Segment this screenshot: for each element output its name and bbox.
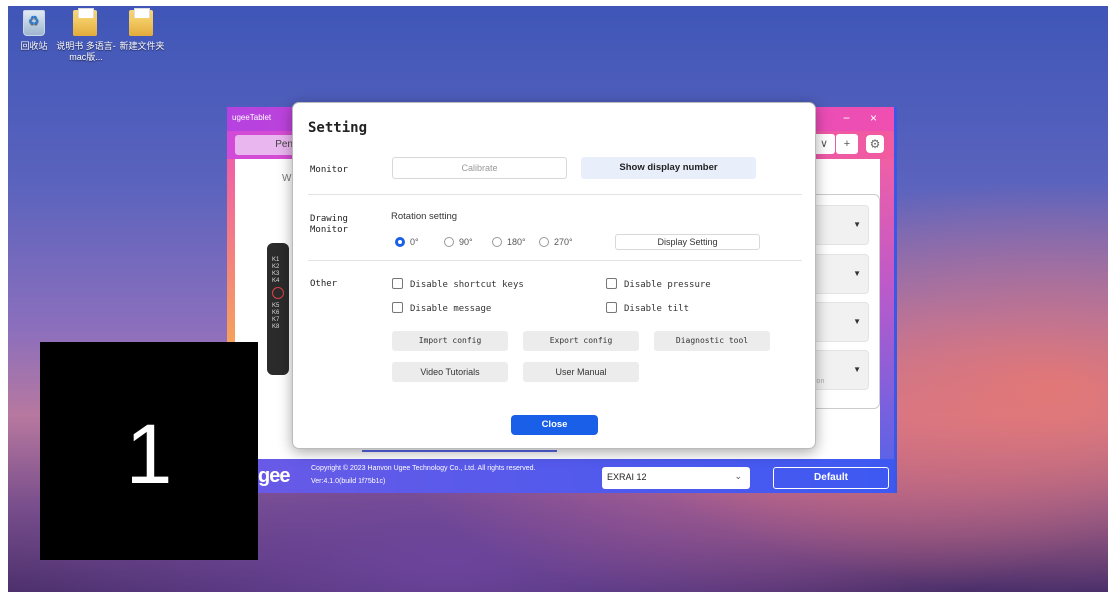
key-dropdown[interactable]: ▼: [809, 254, 869, 294]
radio-icon: [539, 237, 549, 247]
key-dropdown[interactable]: ▼ ion: [809, 350, 869, 390]
key-label: K8: [272, 324, 280, 330]
rotation-radio-270[interactable]: 270°: [539, 237, 573, 247]
folder-icon: [73, 8, 97, 36]
caret-down-icon: ▼: [853, 269, 861, 278]
desktop-icon-label: 说明书 多语言-mac版...: [56, 41, 116, 62]
desktop-background: 回收站 说明书 多语言-mac版... 新建文件夹 ugeeTablet − ×…: [8, 6, 1108, 592]
recycle-bin-icon: [23, 10, 45, 36]
copyright-text: Copyright © 2023 Hanvon Ugee Technology …: [311, 465, 536, 472]
gear-icon[interactable]: ⚙: [866, 135, 884, 153]
version-text: Ver:4.1.0(build 1f75b1c): [311, 478, 386, 485]
desktop-icon-folder-manual[interactable]: 说明书 多语言-mac版...: [56, 8, 116, 63]
key-dropdown[interactable]: ▼: [809, 205, 869, 245]
ugee-logo: gee: [258, 465, 290, 487]
folder-icon: [129, 8, 153, 36]
radio-selected-icon: [395, 237, 405, 247]
checkbox-label: Disable shortcut keys: [410, 280, 524, 290]
partial-label: W: [282, 173, 292, 184]
checkbox-icon: [606, 302, 617, 313]
checkbox-label: Disable pressure: [624, 280, 711, 290]
desktop-icon-new-folder[interactable]: 新建文件夹: [112, 8, 172, 52]
radio-icon: [444, 237, 454, 247]
export-config-button[interactable]: Export config: [523, 331, 639, 351]
chevron-down-icon[interactable]: ∨: [813, 134, 835, 154]
right-accent-strip: [880, 159, 894, 459]
add-button[interactable]: +: [836, 134, 858, 154]
label-line: Monitor: [310, 225, 348, 235]
key-label: K5: [272, 303, 280, 309]
footer-text: Copyright © 2023 Hanvon Ugee Technology …: [311, 462, 536, 488]
diagnostic-tool-button[interactable]: Diagnostic tool: [654, 331, 770, 351]
radio-icon: [492, 237, 502, 247]
key-label: K3: [272, 271, 280, 277]
calibrate-button[interactable]: Calibrate: [392, 157, 567, 179]
radio-label: 270°: [554, 237, 573, 247]
divider: [308, 260, 802, 261]
checkbox-icon: [606, 278, 617, 289]
default-button[interactable]: Default: [773, 467, 889, 489]
dialog-title: Setting: [308, 120, 368, 136]
tab-pen[interactable]: Pen: [235, 135, 299, 155]
disable-tilt-checkbox[interactable]: Disable tilt: [606, 302, 689, 314]
chevron-down-icon: ⌄: [734, 471, 742, 481]
key-label: K1: [272, 257, 280, 263]
caret-down-icon: ▼: [853, 220, 861, 229]
key-label: K4: [272, 278, 280, 284]
device-select[interactable]: EXRAI 12 ⌄: [602, 467, 750, 489]
rotation-radio-0[interactable]: 0°: [395, 237, 419, 247]
tablet-device-image: K1 K2 K3 K4 K5 K6 K7 K8: [267, 243, 289, 375]
checkbox-icon: [392, 278, 403, 289]
display-setting-button[interactable]: Display Setting: [615, 234, 760, 250]
label-line: Drawing: [310, 214, 348, 224]
caret-down-icon: ▼: [853, 365, 861, 374]
other-label: Other: [310, 279, 338, 289]
show-display-number-button[interactable]: Show display number: [581, 157, 756, 179]
divider: [308, 194, 802, 195]
blue-underline: [362, 450, 557, 452]
settings-dialog: Setting Monitor Calibrate Show display n…: [292, 102, 816, 449]
user-manual-button[interactable]: User Manual: [523, 362, 639, 382]
dropdown-hint: ion: [815, 378, 825, 385]
radio-label: 90°: [459, 237, 473, 247]
import-config-button[interactable]: Import config: [392, 331, 508, 351]
dial-ring-icon: [272, 287, 284, 299]
disable-pressure-checkbox[interactable]: Disable pressure: [606, 278, 711, 290]
close-window-button[interactable]: ×: [870, 111, 877, 125]
app-footer: gee Copyright © 2023 Hanvon Ugee Technol…: [227, 459, 894, 493]
desktop-icon-label: 新建文件夹: [119, 41, 165, 51]
key-label: K6: [272, 310, 280, 316]
disable-shortcut-keys-checkbox[interactable]: Disable shortcut keys: [392, 278, 524, 290]
close-button[interactable]: Close: [511, 415, 598, 435]
rotation-radio-180[interactable]: 180°: [492, 237, 526, 247]
key-label: K2: [272, 264, 280, 270]
rotation-setting-label: Rotation setting: [391, 211, 458, 222]
minimize-button[interactable]: −: [843, 111, 850, 125]
caret-down-icon: ▼: [853, 317, 861, 326]
drawing-monitor-label: Drawing Monitor: [310, 214, 348, 236]
device-select-value: EXRAI 12: [607, 472, 647, 482]
video-tutorials-button[interactable]: Video Tutorials: [392, 362, 508, 382]
checkbox-label: Disable message: [410, 304, 492, 314]
checkbox-label: Disable tilt: [624, 304, 690, 314]
monitor-label: Monitor: [310, 165, 348, 175]
display-number-overlay: 1: [40, 342, 258, 560]
radio-label: 0°: [410, 237, 419, 247]
checkbox-icon: [392, 302, 403, 313]
key-dropdown[interactable]: ▼: [809, 302, 869, 342]
radio-label: 180°: [507, 237, 526, 247]
window-title: ugeeTablet: [232, 113, 272, 122]
display-number: 1: [125, 407, 173, 501]
disable-message-checkbox[interactable]: Disable message: [392, 302, 491, 314]
rotation-radio-90[interactable]: 90°: [444, 237, 473, 247]
key-label: K7: [272, 317, 280, 323]
